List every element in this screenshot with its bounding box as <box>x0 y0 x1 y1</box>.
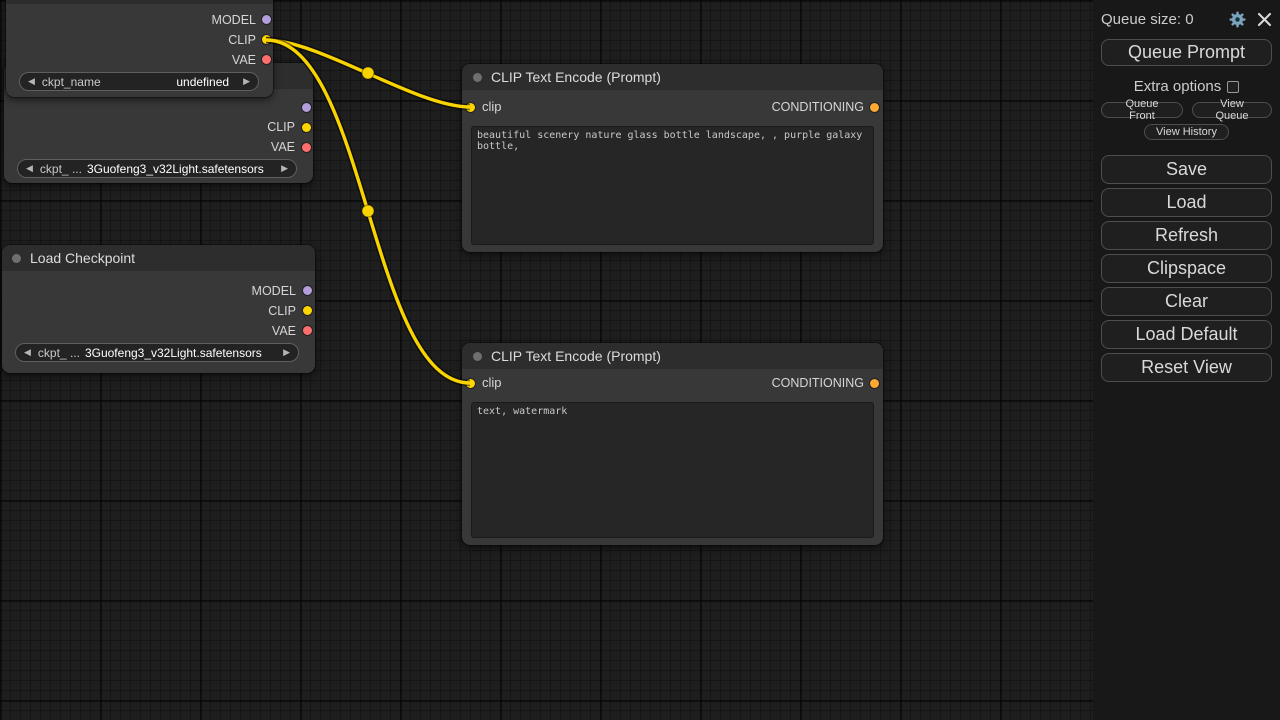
widget-label: ckpt_name <box>42 75 101 89</box>
node-load-checkpoint-top[interactable]: MODEL CLIP VAE ◀ ckpt_name undefined ▶ <box>6 0 273 97</box>
link-midpoint-dot[interactable] <box>362 67 374 79</box>
output-label-clip: CLIP <box>268 301 296 321</box>
collapse-dot-icon[interactable] <box>12 254 21 263</box>
model-output-dot[interactable] <box>302 103 311 112</box>
output-label-conditioning: CONDITIONING <box>772 97 864 117</box>
widget-label: ckpt_ ... <box>38 346 80 360</box>
ckpt-name-widget[interactable]: ◀ ckpt_ ... 3Guofeng3_v32Light.safetenso… <box>15 343 299 362</box>
extra-options-checkbox[interactable] <box>1227 81 1239 93</box>
widget-next-arrow[interactable]: ▶ <box>243 77 250 86</box>
vae-output-dot[interactable] <box>262 55 271 64</box>
node-load-checkpoint[interactable]: Load Checkpoint MODEL CLIP VAE ◀ ckpt_ .… <box>2 245 315 373</box>
output-label-vae: VAE <box>272 321 296 341</box>
queue-size-label: Queue size: 0 <box>1101 11 1228 28</box>
widget-value: undefined <box>176 75 229 89</box>
node-title-bar[interactable] <box>6 0 273 4</box>
ckpt-name-widget[interactable]: ◀ ckpt_name undefined ▶ <box>19 72 259 91</box>
node-title-bar[interactable]: CLIP Text Encode (Prompt) <box>462 343 883 369</box>
view-history-button[interactable]: View History <box>1144 124 1229 140</box>
node-canvas[interactable]: MODEL CLIP VAE ◀ ckpt_ ... 3Guofeng3_v32… <box>0 0 1280 720</box>
link-midpoint-dot[interactable] <box>362 205 374 217</box>
output-label-model: MODEL <box>252 281 296 301</box>
reset-view-button[interactable]: Reset View <box>1101 353 1272 382</box>
input-label-clip: clip <box>482 97 502 117</box>
node-title: CLIP Text Encode (Prompt) <box>491 69 661 85</box>
output-label-clip: CLIP <box>228 30 256 50</box>
model-output-dot[interactable] <box>262 15 271 24</box>
clipspace-button[interactable]: Clipspace <box>1101 254 1272 283</box>
positive-prompt-textarea[interactable]: beautiful scenery nature glass bottle la… <box>471 126 874 245</box>
settings-gear-icon[interactable] <box>1228 10 1247 29</box>
node-title: CLIP Text Encode (Prompt) <box>491 348 661 364</box>
widget-prev-arrow[interactable]: ◀ <box>24 348 31 357</box>
collapse-dot-icon[interactable] <box>473 352 482 361</box>
output-label-clip: CLIP <box>267 117 295 137</box>
widget-value: 3Guofeng3_v32Light.safetensors <box>87 162 264 176</box>
extra-options-label: Extra options <box>1134 78 1222 95</box>
collapse-dot-icon[interactable] <box>473 73 482 82</box>
node-clip-text-encode-positive[interactable]: CLIP Text Encode (Prompt) clip CONDITION… <box>462 64 883 252</box>
vae-output-dot[interactable] <box>303 326 312 335</box>
node-title-bar[interactable]: Load Checkpoint <box>2 245 315 271</box>
conditioning-output-dot[interactable] <box>870 379 879 388</box>
clip-output-dot[interactable] <box>302 123 311 132</box>
clear-button[interactable]: Clear <box>1101 287 1272 316</box>
widget-next-arrow[interactable]: ▶ <box>281 164 288 173</box>
output-label-conditioning: CONDITIONING <box>772 373 864 393</box>
ckpt-name-widget[interactable]: ◀ ckpt_ ... 3Guofeng3_v32Light.safetenso… <box>17 159 297 178</box>
widget-prev-arrow[interactable]: ◀ <box>26 164 33 173</box>
vae-output-dot[interactable] <box>302 143 311 152</box>
conditioning-output-dot[interactable] <box>870 103 879 112</box>
comfy-menu-panel: Queue size: 0 <box>1093 0 1280 720</box>
output-label-vae: VAE <box>271 137 295 157</box>
widget-value: 3Guofeng3_v32Light.safetensors <box>85 346 262 360</box>
queue-front-button[interactable]: Queue Front <box>1101 102 1183 118</box>
widget-next-arrow[interactable]: ▶ <box>283 348 290 357</box>
output-label-model: MODEL <box>212 10 256 30</box>
output-label-vae: VAE <box>232 50 256 70</box>
widget-prev-arrow[interactable]: ◀ <box>28 77 35 86</box>
node-clip-text-encode-negative[interactable]: CLIP Text Encode (Prompt) clip CONDITION… <box>462 343 883 545</box>
node-title-bar[interactable]: CLIP Text Encode (Prompt) <box>462 64 883 90</box>
save-button[interactable]: Save <box>1101 155 1272 184</box>
clip-output-dot[interactable] <box>303 306 312 315</box>
queue-prompt-button[interactable]: Queue Prompt <box>1101 39 1272 66</box>
close-menu-icon[interactable] <box>1257 12 1272 27</box>
load-button[interactable]: Load <box>1101 188 1272 217</box>
node-title: Load Checkpoint <box>30 250 135 266</box>
model-output-dot[interactable] <box>303 286 312 295</box>
negative-prompt-textarea[interactable]: text, watermark <box>471 402 874 538</box>
refresh-button[interactable]: Refresh <box>1101 221 1272 250</box>
load-default-button[interactable]: Load Default <box>1101 320 1272 349</box>
widget-label: ckpt_ ... <box>40 162 82 176</box>
view-queue-button[interactable]: View Queue <box>1192 102 1272 118</box>
input-label-clip: clip <box>482 373 502 393</box>
